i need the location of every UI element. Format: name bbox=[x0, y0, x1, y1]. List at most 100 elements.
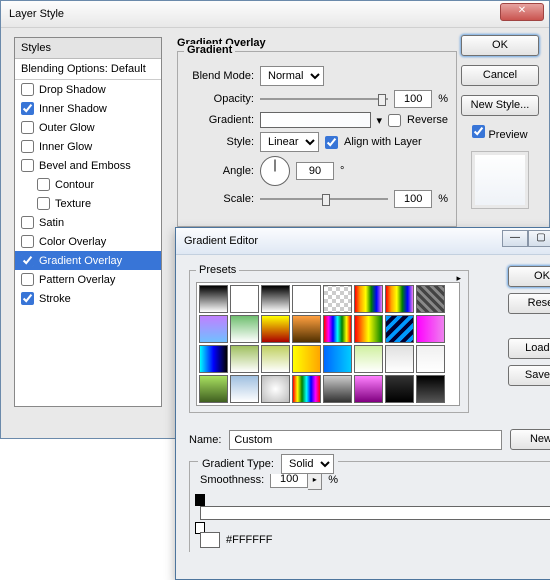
style-checkbox[interactable] bbox=[21, 273, 34, 286]
preview-checkbox[interactable] bbox=[472, 125, 485, 138]
preset-swatch[interactable] bbox=[385, 345, 414, 373]
load-button[interactable]: Load... bbox=[508, 338, 550, 359]
preset-swatch[interactable] bbox=[199, 285, 228, 313]
style-item-outer-glow[interactable]: Outer Glow bbox=[15, 118, 161, 137]
style-item-satin[interactable]: Satin bbox=[15, 213, 161, 232]
preset-swatch[interactable] bbox=[292, 345, 321, 373]
gradient-type-select[interactable]: Solid bbox=[281, 454, 334, 474]
style-item-inner-glow[interactable]: Inner Glow bbox=[15, 137, 161, 156]
preset-swatch[interactable] bbox=[261, 315, 290, 343]
style-item-gradient-overlay[interactable]: Gradient Overlay bbox=[15, 251, 161, 270]
preset-swatch[interactable] bbox=[416, 345, 445, 373]
cancel-button[interactable]: Cancel bbox=[461, 65, 539, 86]
gradient-legend: Gradient bbox=[184, 44, 235, 56]
layer-style-titlebar[interactable]: Layer Style ✕ bbox=[1, 1, 549, 28]
style-checkbox[interactable] bbox=[21, 254, 34, 267]
angle-dial[interactable] bbox=[260, 156, 290, 186]
style-label: Stroke bbox=[39, 293, 71, 305]
preset-swatch[interactable] bbox=[323, 375, 352, 403]
styles-header[interactable]: Styles bbox=[15, 38, 161, 59]
preset-swatch[interactable] bbox=[199, 375, 228, 403]
blending-options[interactable]: Blending Options: Default bbox=[15, 59, 161, 80]
presets-menu-icon[interactable]: ▸ bbox=[456, 273, 461, 284]
style-item-inner-shadow[interactable]: Inner Shadow bbox=[15, 99, 161, 118]
preset-swatch[interactable] bbox=[416, 285, 445, 313]
preset-swatch[interactable] bbox=[354, 375, 383, 403]
preset-swatch[interactable] bbox=[385, 285, 414, 313]
scale-slider[interactable] bbox=[260, 192, 388, 206]
ok-button[interactable]: OK bbox=[508, 266, 550, 287]
save-button[interactable]: Save... bbox=[508, 365, 550, 386]
reset-button[interactable]: Reset bbox=[508, 293, 550, 314]
style-label: Color Overlay bbox=[39, 236, 106, 248]
reverse-checkbox[interactable] bbox=[388, 114, 401, 127]
style-checkbox[interactable] bbox=[21, 216, 34, 229]
maximize-icon[interactable]: ▢ bbox=[528, 230, 550, 247]
preset-swatch[interactable] bbox=[416, 315, 445, 343]
name-row: Name: New bbox=[189, 429, 550, 450]
blend-mode-select[interactable]: Normal bbox=[260, 66, 324, 86]
style-checkbox[interactable] bbox=[37, 178, 50, 191]
close-icon[interactable]: ✕ bbox=[500, 3, 544, 21]
preset-swatch[interactable] bbox=[199, 345, 228, 373]
style-checkbox[interactable] bbox=[21, 235, 34, 248]
color-swatch[interactable] bbox=[200, 532, 220, 548]
style-checkbox[interactable] bbox=[21, 159, 34, 172]
opacity-stop-left[interactable] bbox=[195, 494, 205, 506]
new-style-button[interactable]: New Style... bbox=[461, 95, 539, 116]
preset-swatch[interactable] bbox=[292, 315, 321, 343]
preset-swatch[interactable] bbox=[230, 315, 259, 343]
style-item-texture[interactable]: Texture bbox=[15, 194, 161, 213]
preset-swatch[interactable] bbox=[230, 375, 259, 403]
style-select[interactable]: Linear bbox=[260, 132, 319, 152]
name-input[interactable] bbox=[229, 430, 502, 450]
preset-swatch[interactable] bbox=[261, 375, 290, 403]
style-checkbox[interactable] bbox=[21, 292, 34, 305]
preset-swatch[interactable] bbox=[323, 285, 352, 313]
style-item-drop-shadow[interactable]: Drop Shadow bbox=[15, 80, 161, 99]
preset-swatch[interactable] bbox=[385, 315, 414, 343]
gradient-picker[interactable] bbox=[260, 112, 371, 128]
preset-swatch[interactable] bbox=[385, 375, 414, 403]
style-checkbox[interactable] bbox=[21, 140, 34, 153]
style-item-bevel-and-emboss[interactable]: Bevel and Emboss bbox=[15, 156, 161, 175]
scale-input[interactable] bbox=[394, 190, 432, 208]
preset-swatches: ▸ bbox=[196, 282, 460, 406]
new-button[interactable]: New bbox=[510, 429, 550, 450]
chevron-down-icon[interactable]: ▾ bbox=[377, 114, 383, 127]
ok-button[interactable]: OK bbox=[461, 35, 539, 56]
style-checkbox[interactable] bbox=[21, 102, 34, 115]
style-item-color-overlay[interactable]: Color Overlay bbox=[15, 232, 161, 251]
preset-swatch[interactable] bbox=[416, 375, 445, 403]
style-item-contour[interactable]: Contour bbox=[15, 175, 161, 194]
style-checkbox[interactable] bbox=[37, 197, 50, 210]
preset-swatch[interactable] bbox=[230, 345, 259, 373]
preset-swatch[interactable] bbox=[354, 315, 383, 343]
preset-swatch[interactable] bbox=[261, 345, 290, 373]
opacity-slider[interactable] bbox=[260, 92, 388, 106]
preset-swatch[interactable] bbox=[199, 315, 228, 343]
minimize-icon[interactable]: — bbox=[502, 230, 528, 247]
gradient-strip[interactable] bbox=[200, 496, 550, 532]
opacity-input[interactable] bbox=[394, 90, 432, 108]
gradient-editor-titlebar[interactable]: Gradient Editor — ▢ ✕ bbox=[176, 228, 550, 255]
angle-input[interactable] bbox=[296, 162, 334, 180]
preset-swatch[interactable] bbox=[354, 285, 383, 313]
style-item-stroke[interactable]: Stroke bbox=[15, 289, 161, 308]
preset-swatch[interactable] bbox=[323, 315, 352, 343]
gradient-overlay-group: Gradient Overlay Gradient Blend Mode: No… bbox=[177, 37, 457, 227]
style-label: Satin bbox=[39, 217, 64, 229]
preset-swatch[interactable] bbox=[230, 285, 259, 313]
style-label: Outer Glow bbox=[39, 122, 95, 134]
align-checkbox[interactable] bbox=[325, 136, 338, 149]
preset-swatch[interactable] bbox=[261, 285, 290, 313]
preview-swatch bbox=[471, 151, 529, 209]
style-item-pattern-overlay[interactable]: Pattern Overlay bbox=[15, 270, 161, 289]
preset-swatch[interactable] bbox=[292, 375, 321, 403]
style-checkbox[interactable] bbox=[21, 121, 34, 134]
preset-swatch[interactable] bbox=[323, 345, 352, 373]
preset-swatch[interactable] bbox=[292, 285, 321, 313]
gradient-editor-buttons: OK Reset Load... Save... bbox=[508, 266, 550, 392]
preset-swatch[interactable] bbox=[354, 345, 383, 373]
style-checkbox[interactable] bbox=[21, 83, 34, 96]
